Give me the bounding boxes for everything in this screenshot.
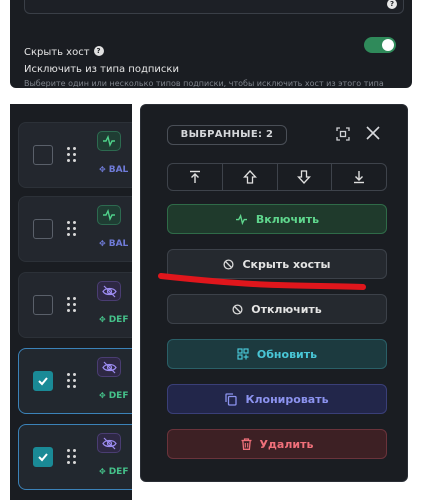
host-card[interactable]: ✥ DEF — [18, 424, 132, 490]
move-bottom-icon[interactable] — [332, 164, 386, 190]
hide-host-row: Скрыть хост? — [24, 37, 400, 58]
copy-icon — [225, 392, 238, 406]
host-tag: ✥ BAL — [99, 165, 129, 175]
activity-icon — [235, 213, 248, 225]
clone-button[interactable]: Клонировать — [167, 384, 387, 414]
selected-count-badge: ВЫБРАННЫЕ: 2 — [167, 125, 287, 145]
drag-handle-icon[interactable] — [67, 449, 77, 465]
host-checkbox[interactable] — [33, 371, 53, 391]
ban-icon — [232, 303, 243, 315]
trash-icon — [241, 438, 252, 450]
help-icon[interactable]: ? — [387, 0, 397, 9]
clone-label: Клонировать — [245, 392, 329, 406]
drag-handle-icon[interactable] — [67, 147, 77, 163]
host-card[interactable]: ✥ DEF — [18, 348, 132, 414]
host-checkbox[interactable] — [33, 295, 53, 315]
enable-label: Включить — [255, 212, 320, 226]
update-button[interactable]: Обновить — [167, 339, 387, 369]
hide-host-toggle[interactable] — [364, 37, 396, 53]
drag-handle-icon[interactable] — [67, 297, 77, 313]
activity-icon — [97, 205, 121, 225]
screenshot: ? Скрыть хост? Исключить из типа подписк… — [0, 0, 422, 500]
move-buttons — [167, 163, 387, 191]
hide-hosts-label: Скрыть хосты — [242, 257, 331, 271]
disable-button[interactable]: Отключить — [167, 294, 387, 324]
move-top-icon[interactable] — [168, 164, 223, 190]
text-field[interactable]: ? — [24, 0, 404, 14]
move-up-icon[interactable] — [223, 164, 278, 190]
exclude-subscription-label: Исключить из типа подписки — [24, 64, 179, 75]
host-tag: ✥ BAL — [99, 239, 129, 249]
host-tag: ✥ DEF — [99, 467, 129, 477]
delete-label: Удалить — [259, 437, 314, 451]
drag-handle-icon[interactable] — [67, 221, 77, 237]
focus-icon[interactable] — [336, 126, 350, 141]
host-checkbox[interactable] — [33, 145, 53, 165]
eye-off-icon — [97, 433, 121, 453]
bulk-actions-popup: ВЫБРАННЫЕ: 2 Включить Скрыть хосты Отклю… — [140, 104, 408, 482]
drag-handle-icon[interactable] — [67, 373, 77, 389]
host-card[interactable]: ✥ DEF — [18, 272, 132, 338]
activity-icon — [97, 131, 121, 151]
host-checkbox[interactable] — [33, 447, 53, 467]
enable-button[interactable]: Включить — [167, 204, 387, 234]
move-down-icon[interactable] — [278, 164, 333, 190]
host-card[interactable]: ✥ BAL — [18, 196, 132, 262]
grid-plus-icon — [237, 348, 249, 360]
host-card[interactable]: ✥ BAL — [18, 122, 132, 188]
close-icon[interactable] — [365, 125, 381, 141]
hide-hosts-button[interactable]: Скрыть хосты — [167, 249, 387, 279]
host-tag: ✥ DEF — [99, 391, 129, 401]
ban-icon — [223, 258, 235, 270]
update-label: Обновить — [256, 347, 318, 361]
exclude-subscription-hint: Выберите один или несколько типов подпис… — [24, 79, 384, 88]
hide-host-label: Скрыть хост — [24, 47, 90, 58]
host-tag: ✥ DEF — [99, 315, 129, 325]
toggle-knob — [382, 39, 394, 51]
eye-off-icon — [97, 357, 121, 377]
delete-button[interactable]: Удалить — [167, 429, 387, 459]
host-list: ✥ BAL ✥ BAL ✥ DEF ✥ DEF ✥ DEF — [10, 104, 132, 500]
disable-label: Отключить — [251, 302, 322, 316]
host-checkbox[interactable] — [33, 219, 53, 239]
help-icon[interactable]: ? — [93, 45, 104, 56]
eye-off-icon — [97, 281, 121, 301]
host-settings-panel: ? Скрыть хост? Исключить из типа подписк… — [10, 0, 412, 88]
